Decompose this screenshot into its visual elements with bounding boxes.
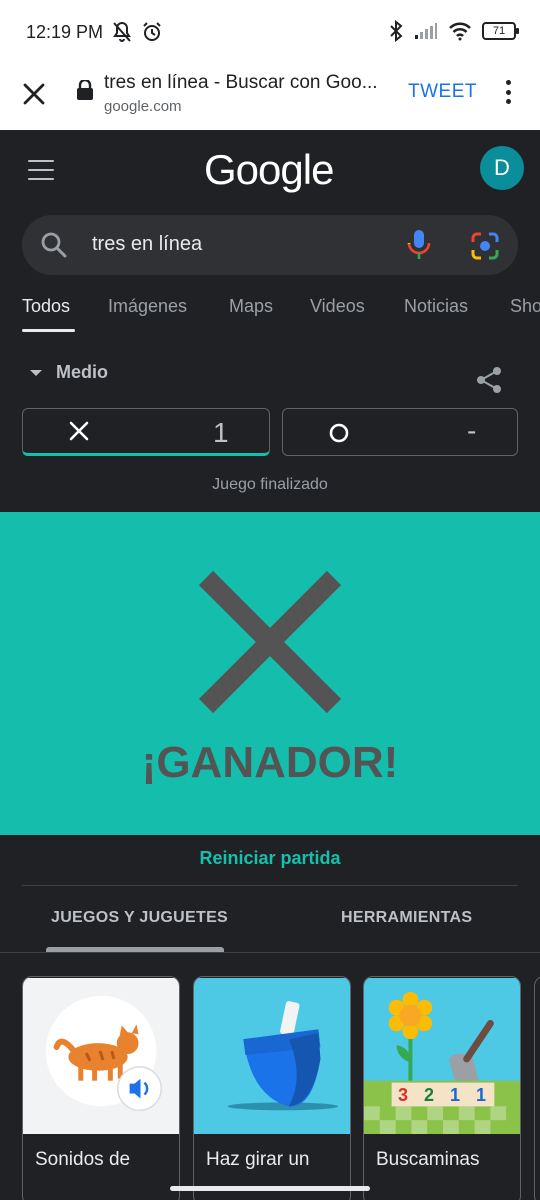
google-lens-icon[interactable] bbox=[470, 231, 500, 261]
battery-icon: 71 bbox=[482, 22, 519, 40]
tab-shopping[interactable]: Sho bbox=[510, 296, 540, 317]
status-time: 12:19 PM bbox=[26, 22, 104, 42]
notifications-off-icon bbox=[113, 21, 131, 42]
share-icon[interactable] bbox=[474, 365, 504, 395]
minesweeper-number: 2 bbox=[424, 1085, 435, 1105]
tab-noticias[interactable]: Noticias bbox=[404, 296, 468, 317]
wifi-icon bbox=[449, 22, 471, 41]
category-divider bbox=[0, 952, 540, 953]
alarm-icon bbox=[143, 22, 161, 41]
x-mark-icon bbox=[69, 421, 89, 441]
winner-x-icon bbox=[198, 570, 342, 714]
close-icon bbox=[23, 83, 45, 105]
tab-herramientas[interactable]: HERRAMIENTAS bbox=[341, 909, 472, 927]
player-o-score: - bbox=[467, 415, 477, 446]
cat-illustration-icon bbox=[23, 978, 179, 1134]
active-tab-indicator bbox=[22, 329, 75, 332]
menu-icon bbox=[28, 160, 54, 162]
bluetooth-icon bbox=[390, 20, 403, 42]
close-tab-button[interactable] bbox=[18, 78, 50, 110]
microphone-icon[interactable] bbox=[406, 229, 432, 261]
dropdown-arrow-icon bbox=[30, 369, 42, 376]
search-nav-tabs: Todos Imágenes Maps Videos Noticias Sho bbox=[0, 296, 540, 336]
difficulty-dropdown[interactable]: Medio bbox=[30, 362, 108, 383]
page-url: google.com bbox=[104, 98, 182, 115]
restart-button[interactable]: Reiniciar partida bbox=[0, 848, 540, 869]
player-x-score: 1 bbox=[213, 417, 229, 448]
tab-maps[interactable]: Maps bbox=[229, 296, 273, 317]
player-o-score-card[interactable]: - bbox=[282, 408, 518, 456]
search-input[interactable]: tres en línea bbox=[92, 233, 202, 256]
page-title: tres en línea - Buscar con Goo... bbox=[104, 72, 378, 93]
minesweeper-number: 1 bbox=[476, 1085, 487, 1105]
tab-todos[interactable]: Todos bbox=[22, 296, 70, 317]
tab-videos[interactable]: Videos bbox=[310, 296, 365, 317]
card-partial[interactable] bbox=[534, 976, 540, 1200]
battery-level: 71 bbox=[492, 25, 506, 37]
browser-toolbar: tres en línea - Buscar con Goo... google… bbox=[0, 64, 540, 130]
card-label: Sonidos de bbox=[35, 1149, 131, 1170]
google-logo[interactable]: Google bbox=[204, 146, 334, 194]
search-box[interactable]: tres en línea bbox=[22, 215, 518, 275]
player-x-score-card[interactable]: 1 bbox=[22, 408, 270, 456]
tweet-button[interactable]: TWEET bbox=[408, 81, 477, 103]
minesweeper-illustration-icon bbox=[364, 978, 520, 1134]
status-left-icons bbox=[110, 20, 164, 44]
card-label: Haz girar un bbox=[206, 1149, 310, 1170]
menu-button[interactable] bbox=[26, 158, 56, 182]
more-options-button[interactable] bbox=[498, 78, 518, 106]
status-right-icons: 71 bbox=[388, 20, 519, 42]
card-animal-sounds[interactable]: Sonidos de bbox=[22, 976, 180, 1200]
tab-juegos-y-juguetes[interactable]: JUEGOS Y JUGUETES bbox=[51, 909, 228, 927]
difficulty-label: Medio bbox=[56, 362, 108, 382]
tab-imagenes[interactable]: Imágenes bbox=[108, 296, 187, 317]
dreidel-illustration-icon bbox=[194, 978, 350, 1134]
signal-icon bbox=[415, 23, 437, 39]
card-label: Buscaminas bbox=[376, 1149, 480, 1170]
divider bbox=[22, 885, 518, 886]
gesture-navigation-bar[interactable] bbox=[170, 1186, 370, 1191]
card-spin-dreidel[interactable]: Haz girar un bbox=[193, 976, 351, 1200]
minesweeper-number: 3 bbox=[398, 1085, 409, 1105]
o-mark-icon bbox=[329, 423, 349, 443]
status-bar: 12:19 PM 71 bbox=[0, 0, 540, 64]
winner-text: ¡GANADOR! bbox=[141, 738, 399, 787]
more-vert-icon bbox=[505, 80, 511, 85]
account-avatar[interactable]: D bbox=[480, 146, 524, 190]
minesweeper-number: 1 bbox=[450, 1085, 461, 1105]
search-icon bbox=[41, 232, 67, 258]
lock-icon bbox=[77, 80, 93, 100]
game-status: Juego finalizado bbox=[212, 476, 328, 493]
card-minesweeper[interactable]: 3 2 1 1 Buscaminas bbox=[363, 976, 521, 1200]
